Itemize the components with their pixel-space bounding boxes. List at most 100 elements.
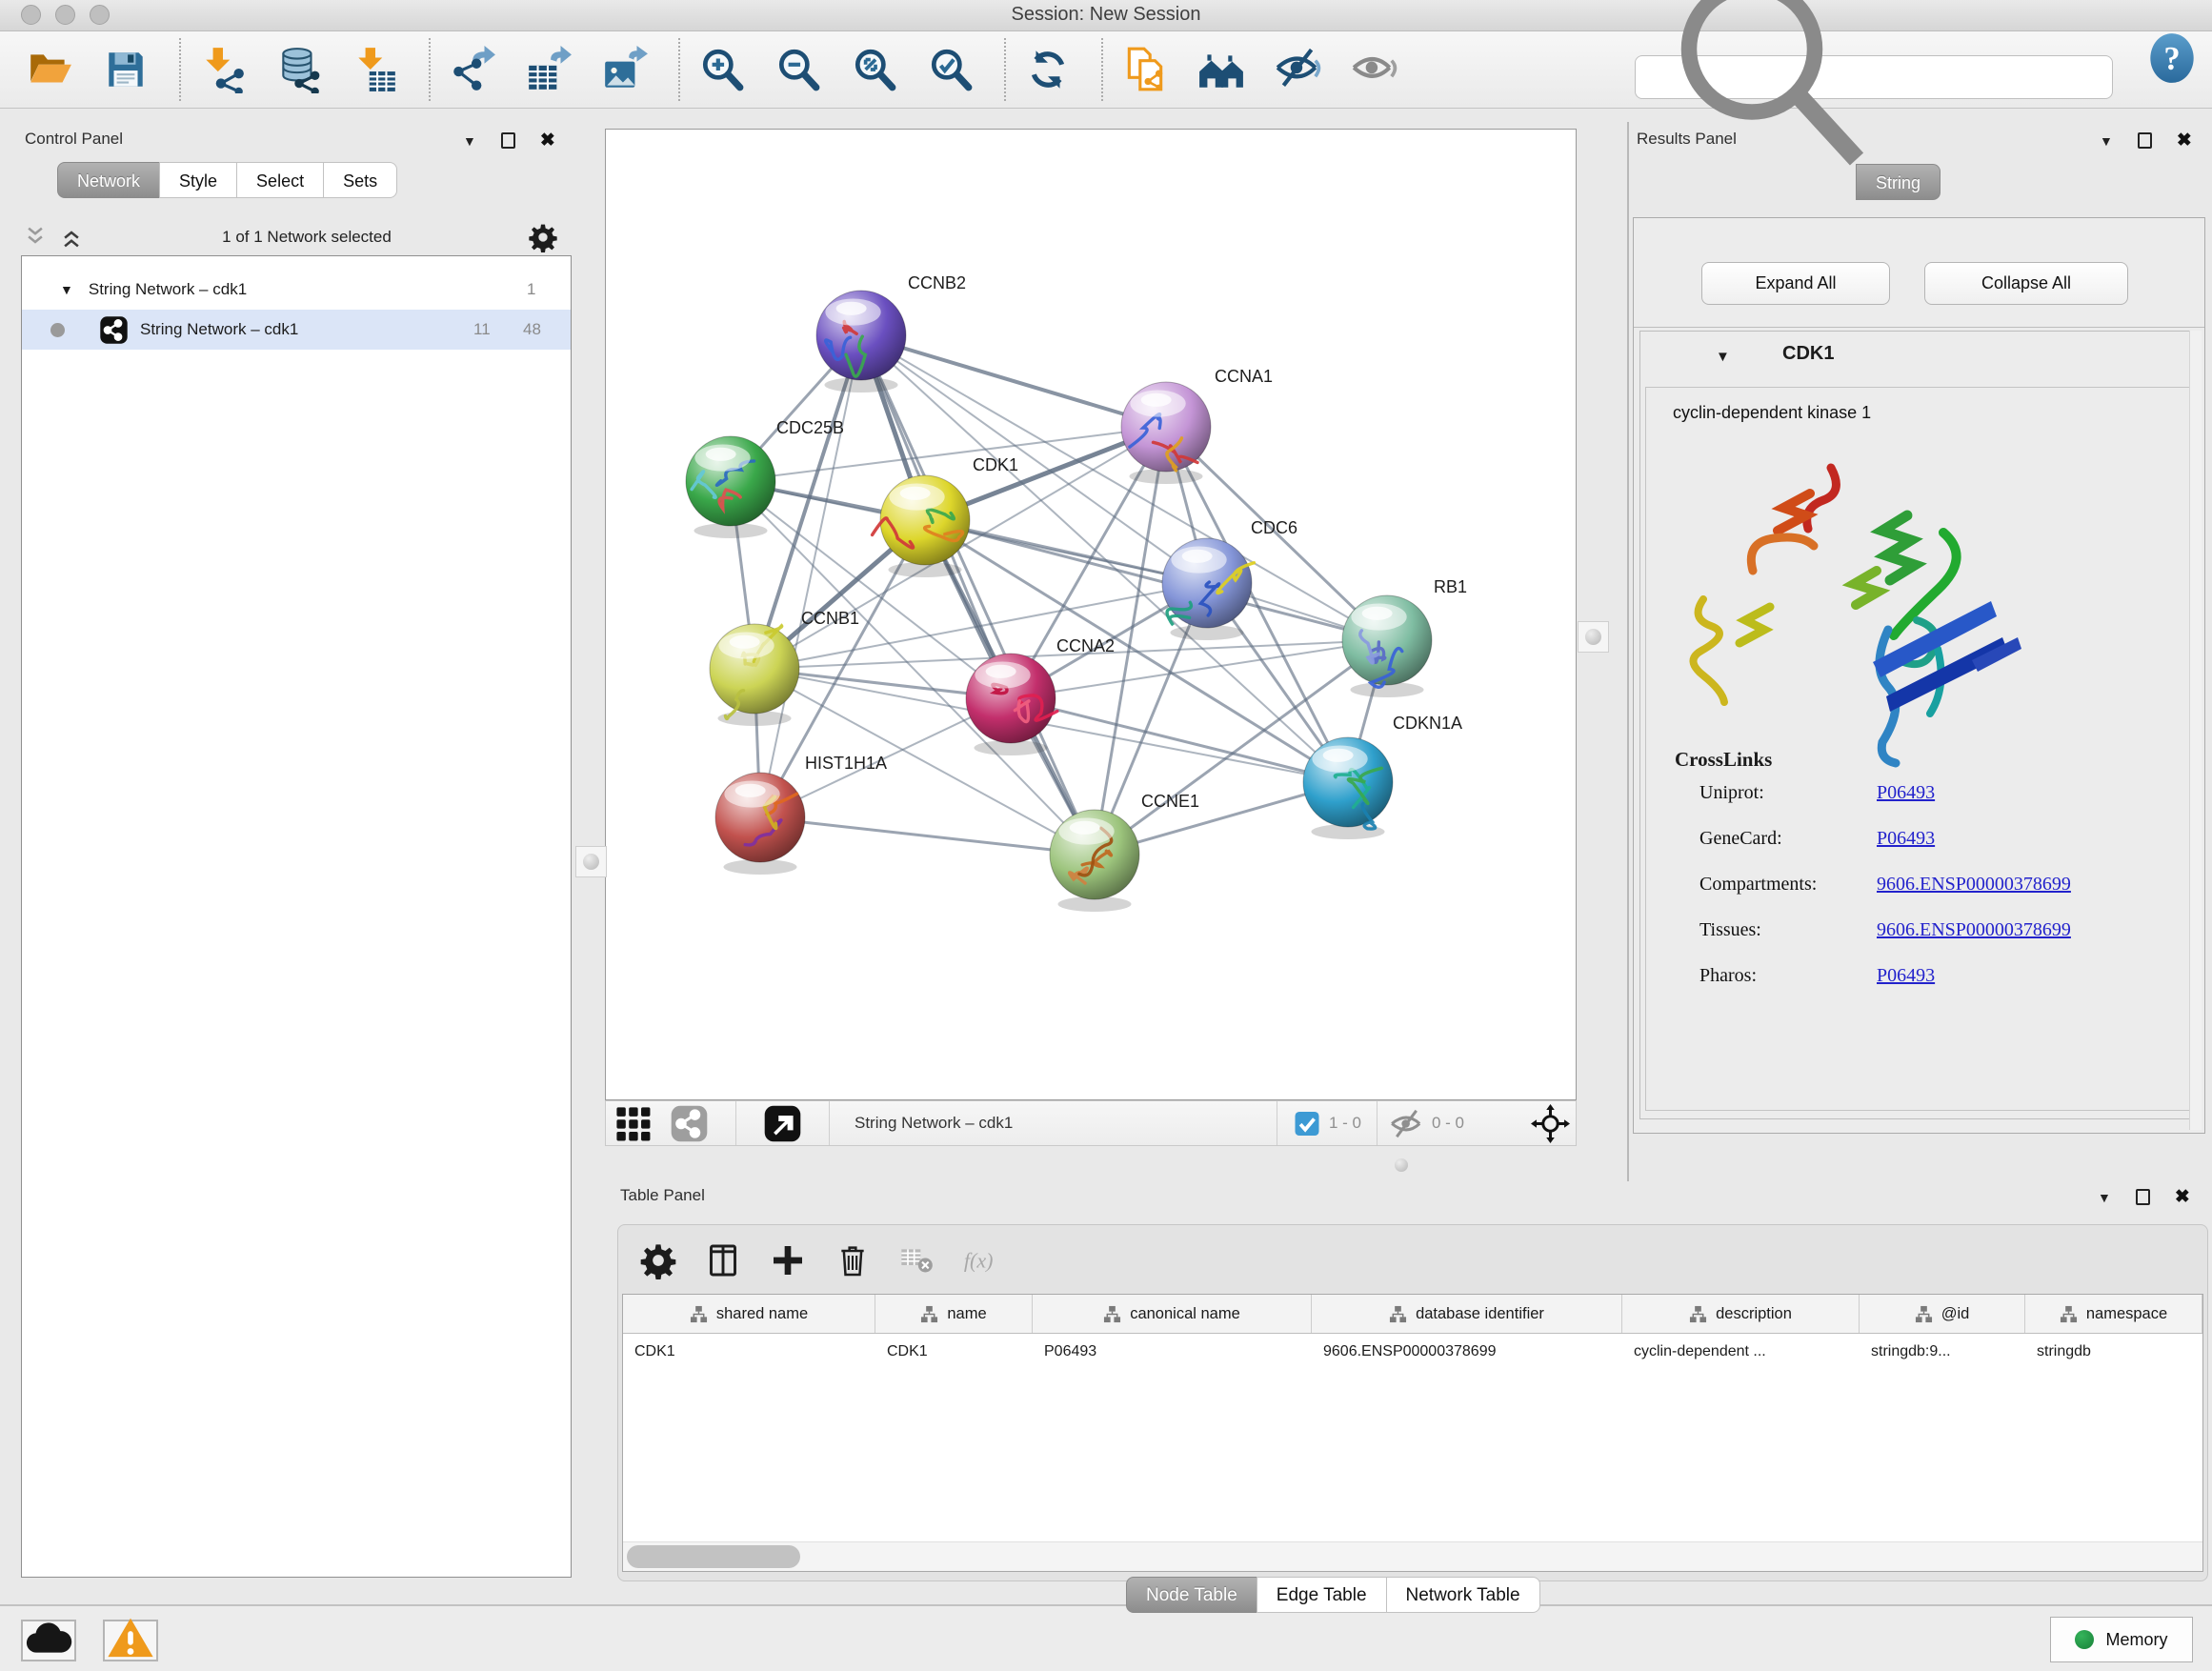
crosslink-value-link[interactable]: P06493: [1877, 828, 1935, 850]
results-scrollbar[interactable]: [2189, 331, 2202, 1130]
network-edge-CCNB2-CCNE1[interactable]: [861, 335, 1095, 855]
network-node-CDKN1A[interactable]: [1303, 737, 1393, 839]
fit-content-crosshair-icon[interactable]: [1531, 1104, 1570, 1143]
tab-network[interactable]: Network: [57, 162, 160, 198]
network-node-CCNA1[interactable]: [1121, 382, 1211, 484]
column-header-namespace[interactable]: namespace: [2025, 1295, 2202, 1333]
network-selection-status: 1 of 1 Network selected: [86, 228, 528, 247]
column-header-shared-name[interactable]: shared name: [623, 1295, 875, 1333]
crosslink-value-link[interactable]: 9606.ENSP00000378699: [1877, 874, 2071, 896]
network-node-CDC25B[interactable]: [686, 436, 775, 538]
network-edge-CDK1-RB1[interactable]: [925, 520, 1387, 640]
table-panel-float-icon[interactable]: [2136, 1189, 2150, 1205]
refresh-icon[interactable]: [1019, 41, 1076, 98]
selected-counts: 1 - 0: [1329, 1114, 1361, 1133]
birdseye-grid-icon[interactable]: [613, 1104, 653, 1143]
crosslink-value-link[interactable]: 9606.ENSP00000378699: [1877, 919, 2071, 941]
network-edge-CCNB2-CCNA1[interactable]: [861, 335, 1166, 427]
search-input[interactable]: [1887, 59, 2112, 95]
table-panel-close-icon[interactable]: ✖: [2175, 1188, 2190, 1206]
network-edge-CCNB2-HIST1H1A[interactable]: [760, 335, 861, 817]
expand-all-button[interactable]: Expand All: [1701, 262, 1890, 305]
control-panel-float-icon[interactable]: [501, 132, 515, 149]
table-hscrollbar[interactable]: [623, 1541, 2202, 1571]
cloud-button[interactable]: [21, 1620, 76, 1661]
control-panel-menu-icon[interactable]: ▼: [463, 134, 476, 148]
save-icon[interactable]: [97, 41, 154, 98]
network-row[interactable]: String Network – cdk1 11 48: [22, 310, 571, 350]
table-row[interactable]: CDK1CDK1P064939606.ENSP00000378699cyclin…: [623, 1334, 2202, 1370]
tab-sets[interactable]: Sets: [323, 162, 397, 198]
selected-checkbox-icon[interactable]: [1293, 1104, 1321, 1143]
columns-icon[interactable]: [702, 1239, 744, 1281]
network-node-HIST1H1A[interactable]: [715, 773, 805, 875]
zoom-fit-icon[interactable]: [846, 41, 903, 98]
tab-string[interactable]: String: [1856, 164, 1941, 200]
gear-icon[interactable]: [637, 1239, 679, 1281]
network-share-toggle-icon[interactable]: [670, 1104, 709, 1143]
column-header-database-identifier[interactable]: database identifier: [1312, 1295, 1622, 1333]
control-panel-close-icon[interactable]: ✖: [540, 131, 555, 150]
collection-label: String Network – cdk1: [89, 280, 247, 299]
column-header-name[interactable]: name: [875, 1295, 1033, 1333]
memory-button[interactable]: Memory: [2050, 1617, 2193, 1662]
network-collection-row[interactable]: ▼ String Network – cdk1 1: [22, 270, 571, 310]
protein-name: CDK1: [1782, 343, 1834, 365]
zoom-in-icon[interactable]: [694, 41, 751, 98]
crosslink-row: Compartments:9606.ENSP00000378699: [1699, 874, 2071, 896]
annotation-icon[interactable]: [1116, 41, 1174, 98]
collapse-all-networks-icon[interactable]: [21, 223, 50, 252]
crosslink-value-link[interactable]: P06493: [1877, 782, 1935, 804]
memory-status-icon: [2075, 1630, 2094, 1649]
import-table-icon[interactable]: [347, 41, 404, 98]
hidden-eye-slash-icon[interactable]: [1387, 1104, 1426, 1143]
zoom-selected-icon[interactable]: [922, 41, 979, 98]
network-node-CCNB1[interactable]: [710, 624, 799, 726]
results-panel-menu-icon[interactable]: ▼: [2100, 134, 2113, 148]
column-header-description[interactable]: description: [1622, 1295, 1860, 1333]
network-node-CCNE1[interactable]: [1050, 810, 1139, 912]
zoom-out-icon[interactable]: [770, 41, 827, 98]
table-tabs: Node Table Edge Table Network Table: [1126, 1577, 1540, 1613]
expand-all-networks-icon[interactable]: [57, 223, 86, 252]
export-image-icon[interactable]: [596, 41, 654, 98]
tab-edge-table[interactable]: Edge Table: [1257, 1577, 1387, 1613]
home-icon[interactable]: [1193, 41, 1250, 98]
export-table-icon[interactable]: [520, 41, 577, 98]
tab-select[interactable]: Select: [236, 162, 324, 198]
collapse-all-button[interactable]: Collapse All: [1924, 262, 2128, 305]
crosslink-value-link[interactable]: P06493: [1877, 965, 1935, 987]
tab-node-table[interactable]: Node Table: [1126, 1577, 1257, 1613]
bottom-splitter-handle[interactable]: [1395, 1158, 1408, 1172]
node-label-HIST1H1A: HIST1H1A: [805, 754, 887, 773]
right-splitter-handle[interactable]: [1578, 621, 1609, 653]
export-network-icon[interactable]: [444, 41, 501, 98]
table-panel-menu-icon[interactable]: ▼: [2098, 1191, 2111, 1204]
import-network-icon[interactable]: [194, 41, 251, 98]
left-splitter-handle[interactable]: [575, 846, 607, 877]
tab-network-table[interactable]: Network Table: [1386, 1577, 1540, 1613]
network-node-RB1[interactable]: [1342, 595, 1432, 697]
network-edge-HIST1H1A-CCNE1[interactable]: [760, 817, 1095, 855]
import-database-icon[interactable]: [271, 41, 328, 98]
tab-style[interactable]: Style: [159, 162, 237, 198]
collection-expander-icon[interactable]: ▼: [60, 282, 73, 297]
hide-selected-icon[interactable]: [1269, 41, 1326, 98]
protein-group-expander-icon[interactable]: ▼: [1716, 349, 1730, 365]
open-in-new-icon[interactable]: [763, 1104, 802, 1143]
network-options-gear-icon[interactable]: [528, 222, 558, 252]
add-icon[interactable]: [767, 1239, 809, 1281]
network-node-CCNB2[interactable]: [816, 291, 906, 393]
network-canvas[interactable]: CCNB2CCNA1CDC25BCDK1CDC6RB1CCNB1CCNA2CDK…: [605, 129, 1577, 1100]
column-header--id[interactable]: @id: [1860, 1295, 2025, 1333]
warnings-button[interactable]: [103, 1620, 158, 1661]
column-header-canonical-name[interactable]: canonical name: [1033, 1295, 1312, 1333]
help-button[interactable]: ?: [2147, 32, 2197, 84]
crosslink-row: Tissues:9606.ENSP00000378699: [1699, 919, 2071, 941]
results-panel-float-icon[interactable]: [2138, 132, 2152, 149]
show-all-icon[interactable]: [1345, 41, 1402, 98]
results-panel-close-icon[interactable]: ✖: [2177, 131, 2192, 150]
results-panel: Results Panel ▼ ✖ String Expand All Coll…: [1627, 122, 2212, 1181]
trash-icon[interactable]: [832, 1239, 874, 1281]
open-folder-icon[interactable]: [21, 41, 78, 98]
